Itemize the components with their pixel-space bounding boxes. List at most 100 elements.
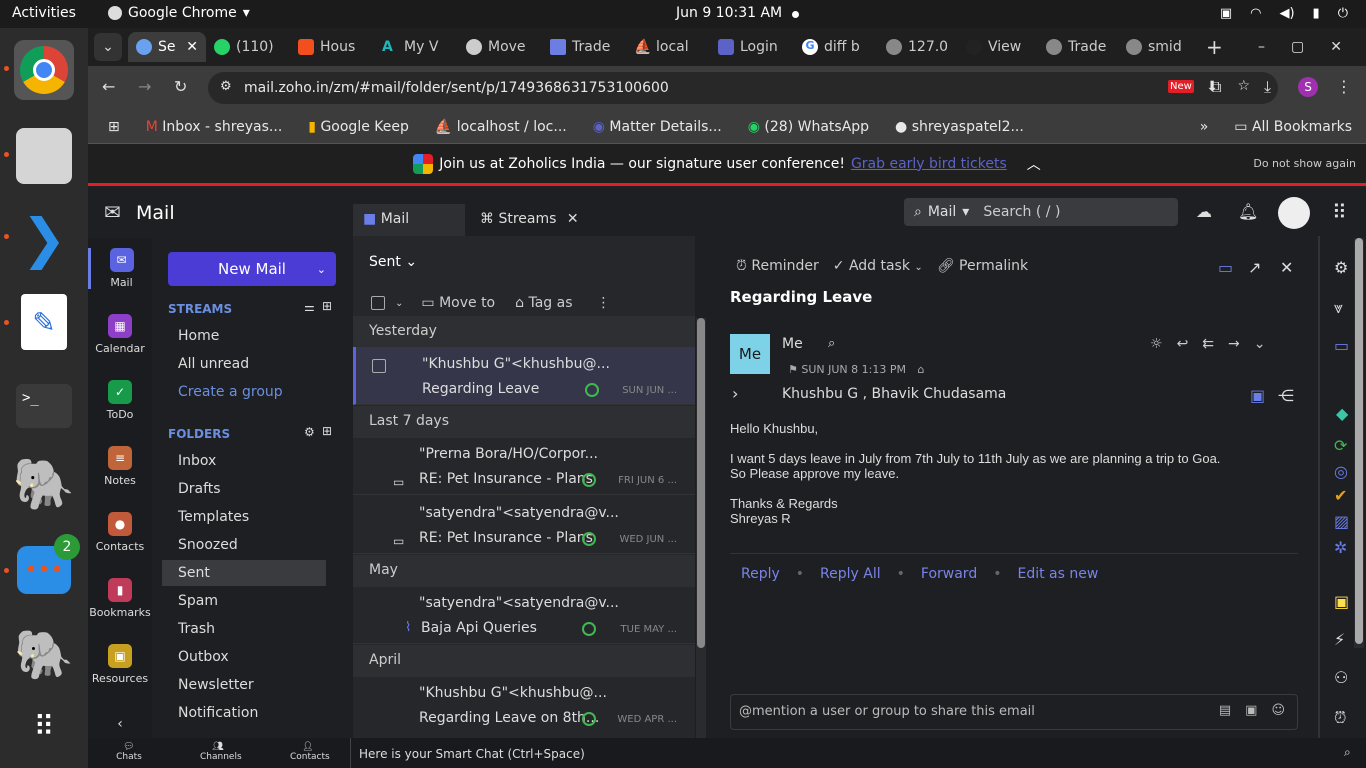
tab-diff[interactable]: Gdiff b xyxy=(794,32,878,62)
comment-input[interactable]: @mention a user or group to share this e… xyxy=(730,694,1298,730)
tab-login[interactable]: Login xyxy=(710,32,794,62)
close-tab-icon[interactable]: ✕ xyxy=(567,211,579,227)
reminder-button[interactable]: ⏰︎ Reminder xyxy=(736,258,819,274)
address-bar[interactable]: ⚙ mail.zoho.in/zm/#mail/folder/sent/p/17… xyxy=(208,72,1278,104)
close-tab-icon[interactable]: ✕ xyxy=(186,39,198,55)
chat-dock-icon[interactable]: ••• 2 xyxy=(14,534,80,600)
nav-notes[interactable]: ≡ Notes xyxy=(88,446,152,487)
smart-chat-input[interactable]: Here is your Smart Chat (Ctrl+Space) xyxy=(359,747,585,761)
chat-icon[interactable]: ▭ xyxy=(1218,258,1233,277)
page-scrollbar[interactable] xyxy=(1354,238,1364,648)
terminal-dock-icon[interactable]: >_ xyxy=(14,376,74,436)
signature-icon[interactable]: ⩔ xyxy=(1334,298,1343,318)
tab-move[interactable]: Move xyxy=(458,32,542,62)
folder-notification[interactable]: Notification xyxy=(162,700,326,726)
row-checkbox[interactable] xyxy=(372,359,386,373)
show-apps-icon[interactable]: ⠿ xyxy=(14,696,74,756)
gear-icon[interactable]: ⚙ xyxy=(304,425,315,439)
tab-myv[interactable]: A My V xyxy=(374,32,458,62)
bot-icon[interactable]: ⚇ xyxy=(1334,668,1348,687)
list-item[interactable]: "Khushbu G"<khushbu@... Regarding Leave … xyxy=(353,676,695,734)
stream-home[interactable]: Home xyxy=(162,323,326,349)
list-item[interactable]: ▭ "satyendra"<satyendra@v... RE: Pet Ins… xyxy=(353,496,695,554)
nav-mail[interactable]: ✉ Mail xyxy=(88,248,152,289)
chart-icon[interactable]: ▨ xyxy=(1334,512,1349,531)
cloud-icon[interactable]: ☁ xyxy=(1196,202,1212,221)
folder-spam[interactable]: Spam xyxy=(162,588,326,614)
filter-icon[interactable]: ⚌ xyxy=(304,300,315,314)
user-avatar[interactable] xyxy=(1278,197,1310,229)
more-chevron-icon[interactable]: ⌄ xyxy=(1254,336,1266,352)
all-bookmarks[interactable]: ▭ All Bookmarks xyxy=(1234,119,1352,135)
create-group-link[interactable]: Create a group xyxy=(162,379,326,405)
bookmark-localhost[interactable]: ⛵ localhost / loc... xyxy=(435,119,567,135)
search-icon[interactable]: ⌕ xyxy=(828,336,835,351)
note-icon[interactable]: ▤ xyxy=(1219,703,1231,718)
expand-recipients-icon[interactable]: › xyxy=(732,384,738,403)
bookmark-star-icon[interactable]: ☆ xyxy=(1237,78,1250,94)
tasks-icon[interactable]: ✔ xyxy=(1334,486,1347,505)
add-task-button[interactable]: ✓ Add task ⌄ xyxy=(833,258,923,274)
close-window-icon[interactable]: ✕ xyxy=(1330,39,1342,55)
tag-icon[interactable]: ⌂ xyxy=(917,363,924,376)
more-options-icon[interactable]: ⋮ xyxy=(597,295,611,311)
stream-all-unread[interactable]: All unread xyxy=(162,351,326,377)
nav-bookmarks[interactable]: ▮ Bookmarks xyxy=(88,578,152,619)
link-app-icon[interactable]: ⟳ xyxy=(1334,436,1347,455)
lightning-icon[interactable]: ⚡︎ xyxy=(1334,630,1345,649)
search-icon[interactable]: ⌕ xyxy=(1344,745,1351,760)
site-info-icon[interactable]: ⚙ xyxy=(220,79,232,94)
tab-streams-module[interactable]: ⌘ Streams ✕ xyxy=(468,204,580,236)
tab-localhost[interactable]: 127.0 xyxy=(878,32,958,62)
list-scrollbar[interactable] xyxy=(696,318,706,738)
chevron-down-icon[interactable]: ⌄ xyxy=(395,298,403,309)
select-all-checkbox[interactable] xyxy=(371,296,385,310)
folder-sent[interactable]: Sent xyxy=(162,560,326,586)
edit-as-new-link[interactable]: Edit as new xyxy=(1017,566,1098,582)
folder-trash[interactable]: Trash xyxy=(162,616,326,642)
list-item[interactable]: ▭ "Prerna Bora/HO/Corpor... RE: Pet Insu… xyxy=(353,437,695,495)
bottom-chats[interactable]: 💬︎ Chats xyxy=(116,742,142,762)
collapse-banner-icon[interactable]: ︿ xyxy=(1027,154,1041,174)
forward-link[interactable]: Forward xyxy=(921,566,977,582)
chrome-dock-icon[interactable] xyxy=(14,40,74,100)
new-badge[interactable]: New xyxy=(1168,80,1194,93)
bottom-contacts[interactable]: 👤︎ Contacts xyxy=(290,742,330,762)
vscode-dock-icon[interactable]: ❯ xyxy=(14,207,74,270)
tab-search-icon[interactable]: ⌄ xyxy=(94,33,122,61)
bell-icon[interactable]: 🔔︎ xyxy=(1238,202,1258,221)
folder-templates[interactable]: Templates xyxy=(162,504,326,530)
integration-icon[interactable]: ◆ xyxy=(1336,404,1348,423)
tab-smid[interactable]: smid xyxy=(1118,32,1198,62)
tab-trade[interactable]: Trade xyxy=(542,32,626,62)
folder-outbox[interactable]: Outbox xyxy=(162,644,326,670)
link-icon[interactable]: ◎ xyxy=(1334,462,1348,481)
reply-all-link[interactable]: Reply All xyxy=(820,566,881,582)
reply-link[interactable]: Reply xyxy=(741,566,780,582)
search-scope[interactable]: Mail xyxy=(928,204,956,220)
bookmark-github[interactable]: ● shreyaspatel2... xyxy=(895,119,1024,135)
reply-icon[interactable]: ↩ xyxy=(1177,336,1189,352)
search-input[interactable]: ⌕ Mail ▾ Search ( / ) xyxy=(904,198,1178,226)
system-tray[interactable]: ▣ ◠ ◀) ▮ ⏻ xyxy=(1220,6,1348,21)
recipients[interactable]: Khushbu G , Bhavik Chudasama xyxy=(782,386,1006,402)
theme-icon[interactable]: ☼ xyxy=(1150,336,1163,352)
add-folder-icon[interactable]: ⊞ xyxy=(322,424,332,438)
menu-icon[interactable]: ⋮ xyxy=(1336,77,1352,96)
clipboard-icon[interactable]: ▣ xyxy=(1245,703,1257,718)
apps-grid-icon[interactable]: ⠿ xyxy=(1332,200,1347,224)
folder-newsletter[interactable]: Newsletter xyxy=(162,672,326,698)
banner-link[interactable]: Grab early bird tickets xyxy=(851,156,1007,172)
close-icon[interactable]: ✕ xyxy=(1280,258,1293,277)
clock[interactable]: Jun 9 10:31 AM xyxy=(676,5,782,21)
apps-grid-icon[interactable]: ⊞ xyxy=(108,119,120,135)
share-icon[interactable]: ⋲ xyxy=(1278,386,1294,405)
downloads-icon[interactable]: ⤓ xyxy=(1264,77,1271,97)
text-editor-dock-icon[interactable]: ✎ xyxy=(14,292,74,352)
nav-todo[interactable]: ✓ ToDo xyxy=(88,380,152,421)
scrollbar-thumb[interactable] xyxy=(1355,238,1363,644)
bookmark-keep[interactable]: ▮ Google Keep xyxy=(308,119,409,135)
profile-avatar[interactable]: S xyxy=(1298,77,1318,97)
postgres-dock-icon[interactable]: 🐘 xyxy=(13,454,75,514)
folder-selector[interactable]: Sent ⌄ xyxy=(369,254,417,270)
